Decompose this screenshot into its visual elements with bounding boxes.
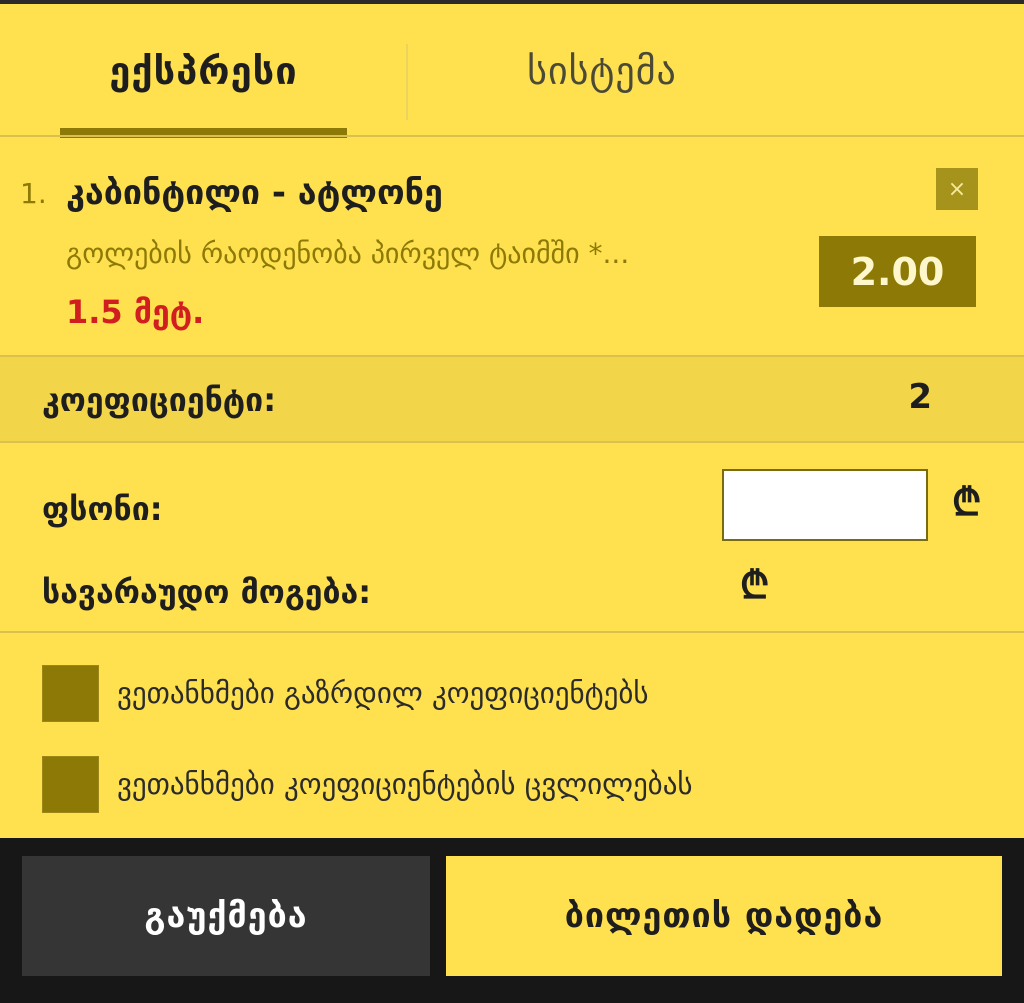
bet-index: 1. bbox=[20, 177, 47, 210]
bet-item: 1. კაბინტილი - ატლონე გოლების რაოდენობა … bbox=[0, 137, 1024, 356]
cancel-button[interactable]: გაუქმება bbox=[22, 856, 430, 976]
coefficient-row: კოეფიციენტი: 2 bbox=[0, 357, 1024, 441]
match-title: კაბინტილი - ატლონე bbox=[66, 173, 443, 213]
accept-increased-odds-label: ვეთანხმები გაზრდილ კოეფიციენტებს bbox=[117, 676, 649, 710]
coefficient-label: კოეფიციენტი: bbox=[42, 381, 276, 419]
stake-divider-line bbox=[0, 631, 1024, 633]
place-bet-button[interactable]: ბილეთის დადება bbox=[446, 856, 1002, 976]
tab-system[interactable]: სისტემა bbox=[412, 4, 792, 138]
accept-increased-odds-checkbox[interactable] bbox=[42, 664, 99, 722]
accept-increased-odds-option[interactable]: ვეთანხმები გაზრდილ კოეფიციენტებს bbox=[42, 664, 649, 722]
coefficient-divider-line bbox=[0, 441, 1024, 443]
potential-win-label: სავარაუდო მოგება: bbox=[42, 573, 372, 611]
betslip-tabs: ექსპრესი სისტემა bbox=[0, 4, 1024, 138]
remove-bet-close-icon[interactable]: × bbox=[936, 168, 978, 210]
coefficient-value: 2 bbox=[908, 377, 932, 417]
accept-odds-change-checkbox[interactable] bbox=[42, 755, 99, 813]
stake-currency-lari-icon: ₾ bbox=[952, 480, 982, 524]
tab-divider bbox=[406, 44, 408, 120]
tab-express[interactable]: ექსპრესი bbox=[60, 4, 347, 138]
selected-outcome: 1.5 მეტ. bbox=[66, 293, 205, 331]
accept-odds-change-option[interactable]: ვეთანხმები კოეფიციენტების ცვლილებას bbox=[42, 755, 693, 813]
bet-odds: 2.00 bbox=[819, 236, 976, 307]
potential-win-currency-lari-icon: ₾ bbox=[740, 563, 770, 607]
market-name: გოლების რაოდენობა პირველ ტაიმში *... bbox=[66, 237, 630, 270]
stake-input[interactable] bbox=[722, 469, 928, 541]
accept-odds-change-label: ვეთანხმები კოეფიციენტების ცვლილებას bbox=[117, 767, 693, 801]
stake-label: ფსონი: bbox=[42, 490, 163, 528]
